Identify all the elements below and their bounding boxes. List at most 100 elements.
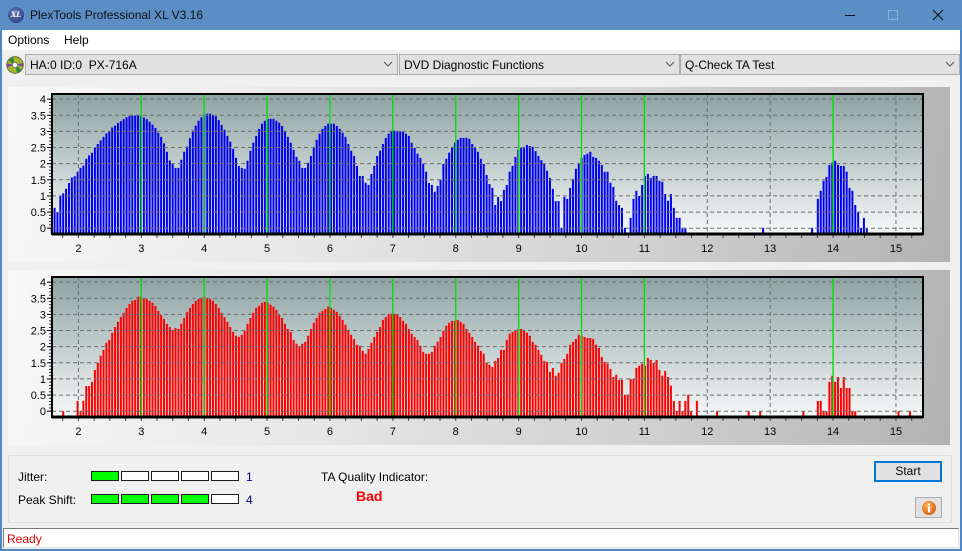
bar [407, 328, 410, 417]
test-select[interactable]: Q-Check TA Test [680, 54, 960, 75]
bar [652, 175, 655, 234]
y-tick-label: 2 [40, 342, 46, 354]
x-tick-label: 11 [639, 426, 650, 438]
bar [134, 115, 137, 234]
bar [635, 367, 638, 417]
bar [327, 306, 330, 417]
bar [451, 146, 454, 234]
bar [289, 142, 292, 234]
x-tick-label: 7 [390, 426, 396, 438]
function-select-value: DVD Diagnostic Functions [404, 58, 545, 72]
bar [569, 187, 572, 234]
bar [451, 320, 454, 417]
chevron-down-icon [665, 61, 675, 67]
function-select[interactable]: DVD Diagnostic Functions [399, 54, 680, 75]
bar [848, 387, 851, 417]
x-tick-label: 6 [327, 426, 333, 438]
bar [641, 184, 644, 234]
x-tick-label: 3 [138, 243, 144, 255]
close-button[interactable] [915, 0, 961, 30]
y-tick-label: 1 [40, 374, 46, 386]
bar [695, 400, 698, 417]
maximize-button[interactable] [870, 0, 916, 30]
bar [586, 153, 589, 234]
bar [569, 344, 572, 417]
bar [583, 337, 586, 417]
bar [180, 323, 183, 417]
bar [361, 175, 364, 234]
bar [177, 167, 180, 234]
bar [491, 187, 494, 234]
bar [413, 147, 416, 234]
bar [252, 312, 255, 417]
bar [188, 307, 191, 417]
x-tick-label: 3 [138, 426, 144, 438]
x-tick-label: 7 [390, 243, 396, 255]
minimize-button[interactable] [827, 0, 873, 30]
menu-options[interactable]: Options [8, 33, 49, 47]
bar [543, 360, 546, 417]
bar [548, 177, 551, 234]
bar [471, 337, 474, 417]
bar [687, 394, 690, 417]
bar [540, 160, 543, 234]
bar [448, 152, 451, 234]
info-button[interactable] [915, 497, 942, 518]
x-tick-label: 9 [516, 243, 522, 255]
bar [367, 348, 370, 417]
bar [91, 152, 94, 234]
bar [373, 165, 376, 234]
bar [85, 158, 88, 234]
bar [321, 310, 324, 417]
bar [105, 133, 108, 234]
indicator-segment [181, 471, 209, 481]
x-tick-label: 9 [516, 426, 522, 438]
x-tick-label: 4 [201, 243, 207, 255]
bar [422, 164, 425, 234]
bar [197, 120, 200, 234]
drive-select[interactable]: HA:0 ID:0 PX-716A [25, 54, 398, 75]
bar [404, 133, 407, 234]
bar [540, 354, 543, 417]
bar [183, 151, 186, 234]
bar [283, 323, 286, 417]
bar [73, 176, 76, 234]
bar [344, 324, 347, 417]
bar [278, 122, 281, 234]
bar [456, 139, 459, 234]
y-tick-label: 1.5 [31, 358, 46, 370]
x-tick-label: 8 [453, 426, 459, 438]
bar [108, 130, 111, 234]
bar [675, 217, 678, 234]
info-icon [921, 501, 936, 515]
bar [235, 335, 238, 417]
y-tick-label: 3 [40, 309, 46, 321]
bar [269, 304, 272, 417]
bar [528, 145, 531, 234]
menu-help[interactable]: Help [64, 33, 89, 47]
bar [623, 394, 626, 417]
bar [393, 313, 396, 417]
bar [327, 123, 330, 234]
bar [99, 140, 102, 234]
bar [494, 360, 497, 417]
peak-shift-chart: 0 0.5 1 1.5 2 2.5 3 3.5 4 2 3 4 5 6 7 8 9 10 11 12 13 14 15 [31, 276, 924, 438]
bar [174, 167, 177, 234]
bar [332, 309, 335, 417]
chevron-down-icon [945, 61, 955, 67]
bar [180, 159, 183, 234]
bar [358, 345, 361, 417]
bar [186, 311, 189, 417]
bar [93, 369, 96, 417]
bar [537, 349, 540, 417]
bar [220, 312, 223, 417]
start-button[interactable]: Start [874, 461, 942, 482]
bar [260, 123, 263, 234]
bar [828, 381, 831, 417]
bar [67, 183, 70, 234]
x-tick-label: 5 [264, 243, 270, 255]
y-tick-label: 3 [40, 126, 46, 138]
window-title: PlexTools Professional XL V3.16 [30, 8, 203, 22]
bar [834, 160, 837, 234]
bar [122, 119, 125, 234]
